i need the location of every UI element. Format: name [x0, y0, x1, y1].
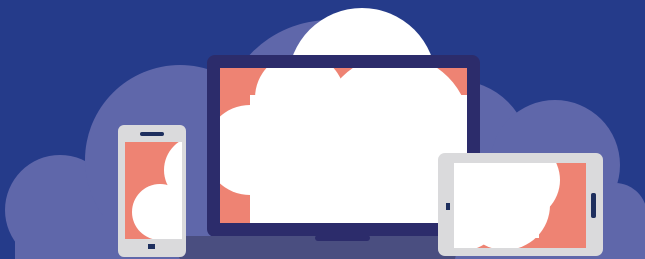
- laptop-screen: [220, 68, 467, 223]
- phone-speaker: [140, 132, 164, 136]
- laptop-base: [166, 236, 460, 259]
- laptop: [166, 55, 480, 259]
- phone-home-button: [148, 244, 155, 249]
- cloud-devices-illustration: [0, 0, 645, 259]
- illustration-canvas: [0, 0, 645, 259]
- laptop-hinge: [315, 235, 370, 241]
- tablet-button: [591, 193, 596, 218]
- tablet-camera: [446, 203, 450, 210]
- tablet: [438, 153, 603, 256]
